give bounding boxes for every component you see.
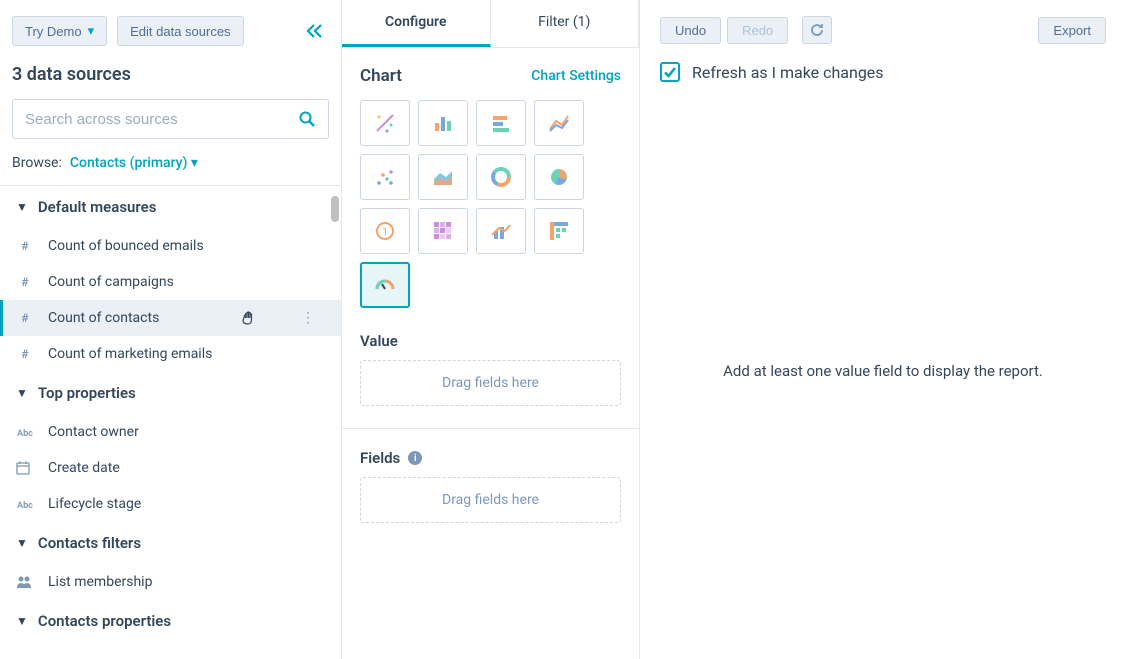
field-item[interactable]: # Count of marketing emails [0, 336, 341, 372]
field-item[interactable]: # Count of contacts ⋮ [0, 300, 341, 336]
field-list[interactable]: ▼Default measures # Count of bounced email… [0, 185, 341, 659]
bar-vertical-icon [431, 111, 455, 135]
scatter-icon [373, 165, 397, 189]
line-icon [547, 111, 571, 135]
tab-configure[interactable]: Configure [342, 0, 491, 47]
field-label: List membership [48, 574, 152, 590]
pie-icon [547, 165, 571, 189]
field-type-icon: # [16, 311, 34, 325]
chart-settings-link[interactable]: Chart Settings [531, 68, 621, 84]
svg-text:1: 1 [382, 227, 388, 238]
chart-type-line[interactable] [534, 100, 584, 146]
try-demo-label: Try Demo [25, 24, 82, 39]
info-icon[interactable]: i [408, 451, 422, 465]
refresh-checkbox[interactable] [660, 62, 680, 82]
refresh-button[interactable] [802, 16, 832, 44]
chevron-down-icon: ▾ [191, 155, 198, 171]
value-dropzone[interactable]: Drag fields here [360, 360, 621, 406]
data-sources-title: 3 data sources [12, 64, 329, 85]
export-button[interactable]: Export [1038, 17, 1106, 44]
field-label: Count of marketing emails [48, 346, 212, 362]
edit-sources-label: Edit data sources [130, 24, 230, 39]
field-type-icon: Abc [16, 425, 34, 439]
field-type-icon: Abc [16, 497, 34, 511]
chart-type-magic[interactable] [360, 100, 410, 146]
chevron-down-icon: ▼ [16, 536, 28, 550]
field-label: Contact owner [48, 424, 139, 440]
chart-type-gauge[interactable] [360, 262, 410, 308]
collapse-panel-icon[interactable] [301, 19, 329, 43]
bar-horizontal-icon [489, 111, 513, 135]
left-panel: Try Demo ▾ Edit data sources 3 data sour… [0, 0, 342, 659]
magic-icon [373, 111, 397, 135]
field-item[interactable]: Abc Contact owner [0, 414, 341, 450]
edit-data-sources-button[interactable]: Edit data sources [117, 16, 243, 46]
chevron-down-icon: ▼ [16, 614, 28, 628]
chart-type-grid: 1 [360, 100, 621, 308]
try-demo-button[interactable]: Try Demo ▾ [12, 16, 107, 46]
field-item[interactable]: # Count of bounced emails [0, 228, 341, 264]
value-section-title: Value [360, 332, 621, 350]
search-input[interactable] [25, 111, 298, 128]
redo-button[interactable]: Redo [727, 17, 788, 44]
more-icon[interactable]: ⋮ [301, 310, 325, 326]
field-item[interactable]: # Count of campaigns [0, 264, 341, 300]
pivot-icon [547, 219, 571, 243]
field-label: Lifecycle stage [48, 496, 141, 512]
field-label: Create date [48, 460, 120, 476]
search-icon[interactable] [298, 110, 316, 128]
chart-type-scatter[interactable] [360, 154, 410, 200]
chart-type-area[interactable] [418, 154, 468, 200]
chevron-down-icon: ▾ [88, 23, 95, 39]
browse-label: Browse: [12, 155, 62, 171]
divider [342, 428, 639, 429]
chart-type-bar-vertical[interactable] [418, 100, 468, 146]
donut-icon [489, 165, 513, 189]
chart-type-heatmap[interactable] [418, 208, 468, 254]
section-header-contacts-filters[interactable]: ▼Contacts filters [0, 522, 341, 564]
chart-type-pie[interactable] [534, 154, 584, 200]
section-header-top-properties[interactable]: ▼Top properties [0, 372, 341, 414]
chart-type-pivot[interactable] [534, 208, 584, 254]
combo-icon [489, 219, 513, 243]
field-type-icon [16, 575, 34, 589]
field-type-icon: # [16, 347, 34, 361]
section-header-contacts-properties[interactable]: ▼Contacts properties [0, 600, 341, 642]
field-item[interactable]: Abc Lifecycle stage [0, 486, 341, 522]
undo-button[interactable]: Undo [660, 17, 721, 44]
field-type-icon: # [16, 239, 34, 253]
tab-filter-[interactable]: Filter (1) [491, 0, 640, 47]
section-header-default-measures[interactable]: ▼Default measures [0, 186, 341, 228]
field-label: Count of campaigns [48, 274, 174, 290]
chart-type-donut[interactable] [476, 154, 526, 200]
refresh-checkbox-label: Refresh as I make changes [692, 63, 884, 82]
report-placeholder-message: Add at least one value field to display … [660, 362, 1106, 380]
fields-section-title: Fields i [360, 449, 621, 467]
grab-cursor-icon [239, 309, 257, 327]
kpi-icon: 1 [373, 219, 397, 243]
tabs: ConfigureFilter (1) [342, 0, 639, 48]
field-type-icon [16, 461, 34, 475]
chart-type-bar-horizontal[interactable] [476, 100, 526, 146]
field-type-icon: # [16, 275, 34, 289]
right-panel: Undo Redo Export Refresh as I make chang… [640, 0, 1126, 659]
chevron-down-icon: ▼ [16, 200, 28, 214]
gauge-icon [373, 273, 397, 297]
field-label: Count of contacts [48, 310, 159, 326]
area-icon [431, 165, 455, 189]
field-item[interactable]: List membership [0, 564, 341, 600]
chart-type-kpi[interactable]: 1 [360, 208, 410, 254]
heatmap-icon [431, 219, 455, 243]
chart-section-title: Chart [360, 66, 402, 86]
scrollbar-thumb[interactable] [331, 196, 339, 222]
browse-source-select[interactable]: Contacts (primary) ▾ [70, 155, 198, 171]
field-label: Count of bounced emails [48, 238, 204, 254]
fields-dropzone[interactable]: Drag fields here [360, 477, 621, 523]
chevron-down-icon: ▼ [16, 386, 28, 400]
field-item[interactable]: Create date [0, 450, 341, 486]
mid-panel: ConfigureFilter (1) Chart Chart Settings… [342, 0, 640, 659]
chart-type-combo[interactable] [476, 208, 526, 254]
search-box[interactable] [12, 99, 329, 139]
